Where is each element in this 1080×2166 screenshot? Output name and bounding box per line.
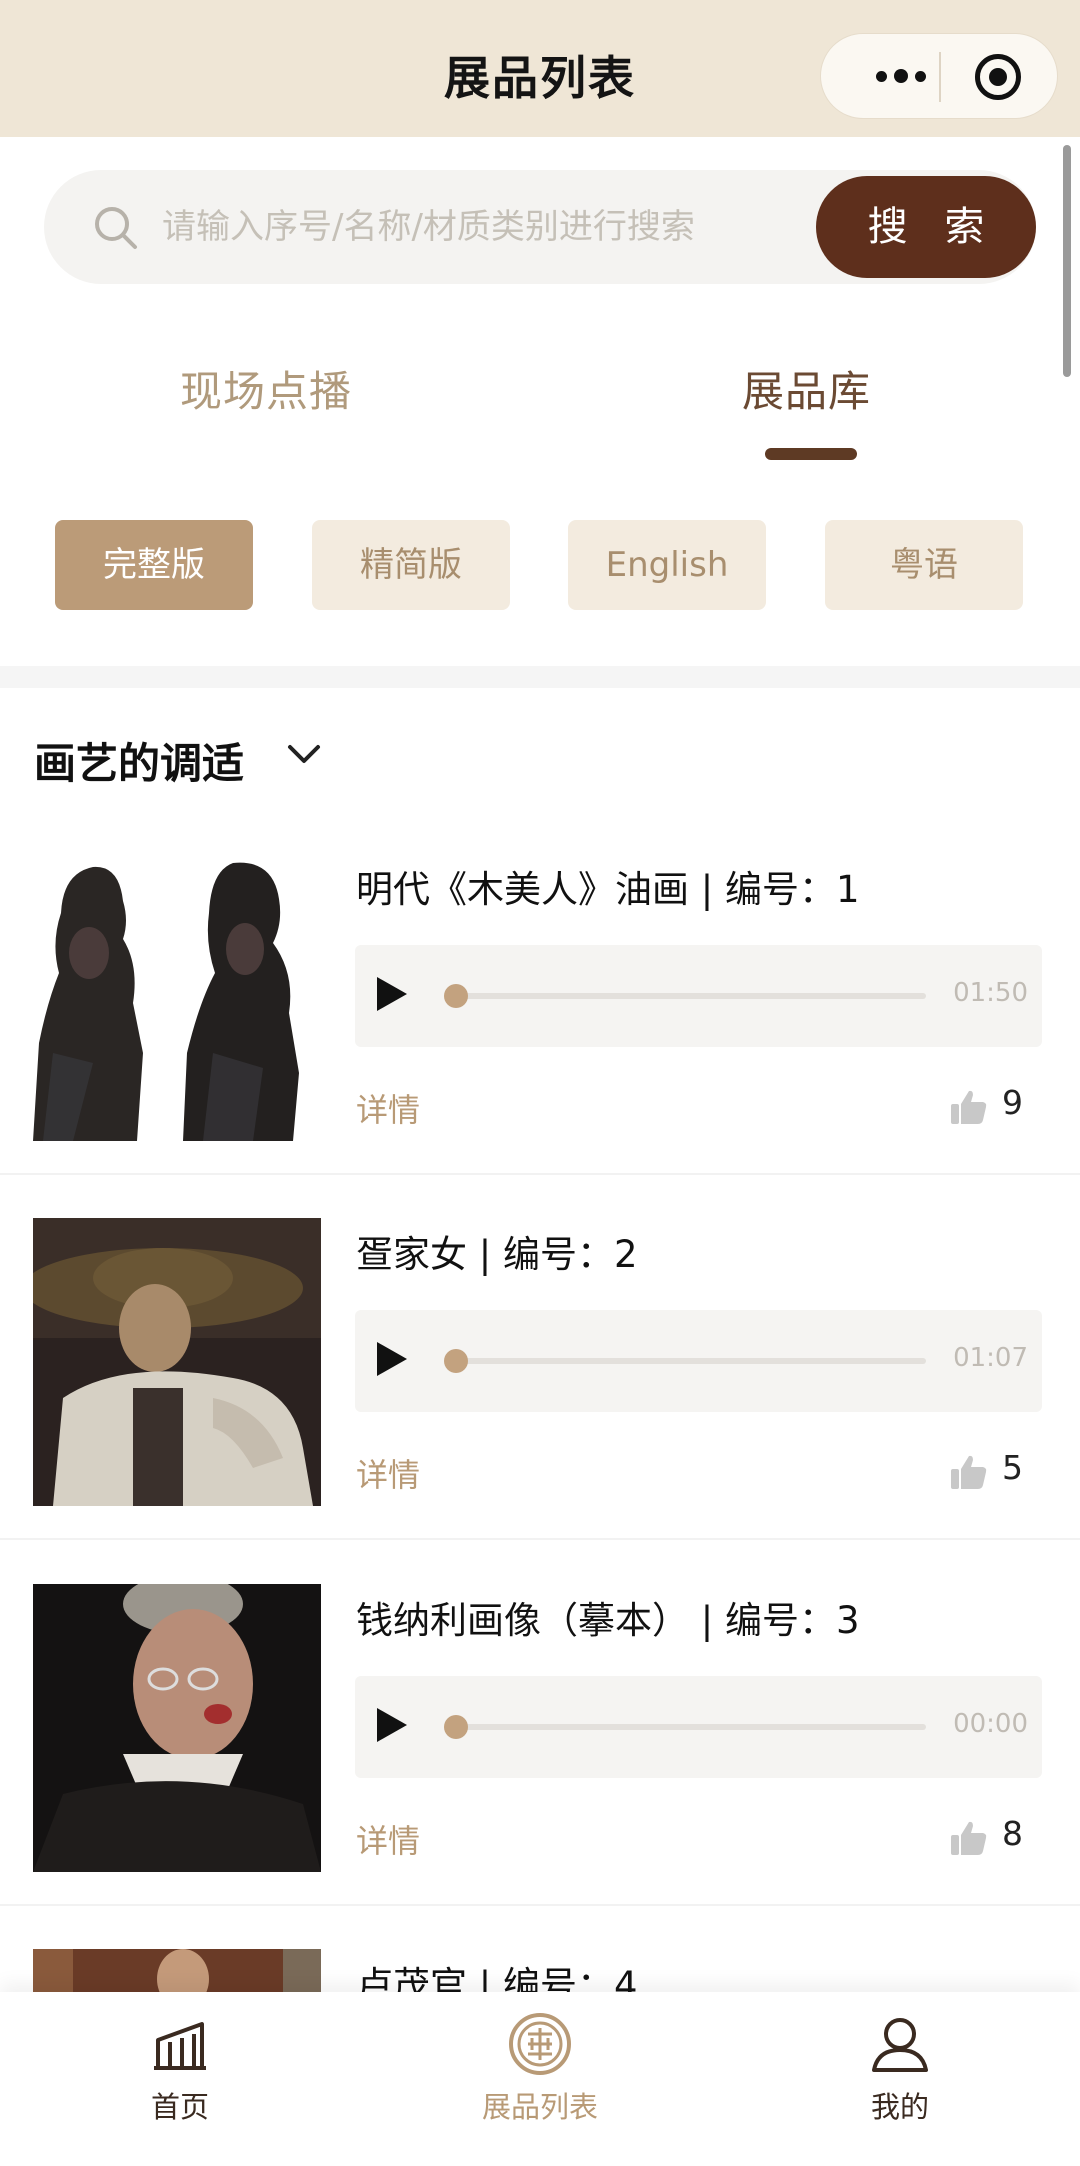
section-title[interactable]: 画艺的调适 bbox=[34, 730, 244, 791]
version-english-button[interactable]: English bbox=[568, 520, 766, 610]
exhibit-list-item[interactable]: 钱纳利画像（摹本） | 编号：3 00:00 详情 8 bbox=[0, 1584, 1080, 1950]
progress-track[interactable] bbox=[451, 993, 926, 999]
version-cantonese-button[interactable]: 粤语 bbox=[825, 520, 1023, 610]
item-separator bbox=[0, 1173, 1080, 1175]
thumbs-up-icon[interactable] bbox=[950, 1454, 988, 1490]
exhibit-list-item[interactable]: 疍家女 | 编号：2 01:07 详情 5 bbox=[0, 1218, 1080, 1584]
exhibit-name: 钱纳利画像（摹本） | 编号：3 bbox=[356, 1599, 860, 1642]
mini-program-capsule bbox=[820, 33, 1058, 119]
audio-player: 00:00 bbox=[355, 1676, 1042, 1778]
audio-duration: 00:00 bbox=[953, 1709, 1028, 1739]
exhibit-thumbnail[interactable] bbox=[33, 1584, 321, 1872]
play-icon[interactable] bbox=[377, 1342, 407, 1376]
detail-link[interactable]: 详情 bbox=[356, 1085, 420, 1131]
building-icon bbox=[154, 2022, 206, 2070]
detail-link[interactable]: 详情 bbox=[356, 1816, 420, 1862]
nav-home-label: 首页 bbox=[150, 2090, 209, 2124]
exhibit-name: 卢茂官 | 编号：4 bbox=[356, 1964, 638, 1992]
audio-duration: 01:07 bbox=[953, 1343, 1028, 1373]
chevron-down-icon[interactable] bbox=[284, 737, 324, 773]
version-brief-button[interactable]: 精简版 bbox=[312, 520, 510, 610]
item-separator bbox=[0, 1538, 1080, 1540]
tab-exhibit-library[interactable]: 展品库 bbox=[742, 358, 871, 419]
close-target-icon[interactable] bbox=[975, 54, 1021, 100]
section-divider bbox=[0, 666, 1080, 688]
detail-link[interactable]: 详情 bbox=[356, 1450, 420, 1496]
like-count: 8 bbox=[1002, 1814, 1023, 1853]
thumbs-up-icon[interactable] bbox=[950, 1089, 988, 1125]
more-icon[interactable] bbox=[861, 34, 941, 118]
nav-me[interactable]: 我的 bbox=[800, 1992, 1000, 2166]
exhibit-thumbnail[interactable] bbox=[33, 853, 321, 1141]
progress-track[interactable] bbox=[451, 1724, 926, 1730]
exhibit-name: 疍家女 | 编号：2 bbox=[356, 1233, 638, 1276]
progress-knob[interactable] bbox=[444, 984, 468, 1008]
audio-player: 01:07 bbox=[355, 1310, 1042, 1412]
thumbs-up-icon[interactable] bbox=[950, 1820, 988, 1856]
exhibit-list-item[interactable]: 卢茂官 | 编号：4 bbox=[0, 1949, 1080, 1992]
header-bar: 展品列表 bbox=[0, 0, 1080, 137]
like-count: 9 bbox=[1002, 1083, 1023, 1122]
bottom-tab-bar: 首页 展品列表 我的 bbox=[0, 1992, 1080, 2166]
progress-knob[interactable] bbox=[444, 1715, 468, 1739]
active-tab-indicator bbox=[765, 448, 857, 460]
exhibit-thumbnail[interactable] bbox=[33, 1949, 321, 1992]
search-icon bbox=[95, 207, 137, 249]
item-separator bbox=[0, 1904, 1080, 1906]
tab-live-broadcast[interactable]: 现场点播 bbox=[180, 358, 352, 419]
exhibit-name: 明代《木美人》油画 | 编号：1 bbox=[356, 868, 860, 911]
search-button[interactable]: 搜 索 bbox=[816, 176, 1036, 278]
exhibit-list-item[interactable]: 明代《木美人》油画 | 编号：1 01:50 详情 9 bbox=[0, 853, 1080, 1219]
audio-duration: 01:50 bbox=[953, 978, 1028, 1008]
scrollbar[interactable] bbox=[1063, 145, 1071, 377]
play-icon[interactable] bbox=[377, 977, 407, 1011]
emblem-icon bbox=[509, 2013, 571, 2075]
play-icon[interactable] bbox=[377, 1708, 407, 1742]
capsule-divider bbox=[939, 52, 941, 102]
search-input[interactable] bbox=[160, 198, 844, 256]
nav-me-label: 我的 bbox=[870, 2090, 929, 2124]
version-full-button[interactable]: 完整版 bbox=[55, 520, 253, 610]
progress-track[interactable] bbox=[451, 1358, 926, 1364]
nav-exhibit-list-label: 展品列表 bbox=[481, 2090, 598, 2124]
nav-exhibit-list[interactable]: 展品列表 bbox=[440, 1992, 640, 2166]
audio-player: 01:50 bbox=[355, 945, 1042, 1047]
like-count: 5 bbox=[1002, 1448, 1023, 1487]
progress-knob[interactable] bbox=[444, 1349, 468, 1373]
exhibit-thumbnail[interactable] bbox=[33, 1218, 321, 1506]
user-icon bbox=[872, 2018, 928, 2072]
nav-home[interactable]: 首页 bbox=[80, 1992, 280, 2166]
